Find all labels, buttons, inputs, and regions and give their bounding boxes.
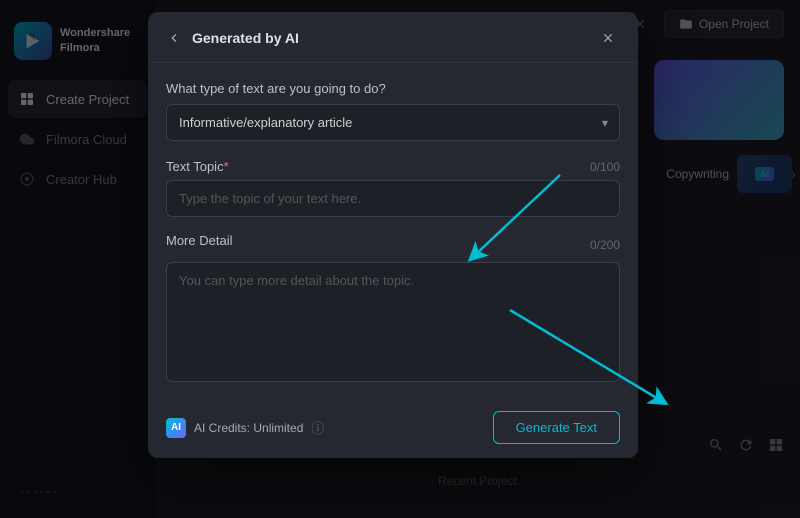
modal-header-left: Generated by AI <box>166 30 299 46</box>
more-detail-field-row: More Detail 0/200 <box>166 233 620 256</box>
more-detail-counter: 0/200 <box>590 238 620 252</box>
ai-credits-section: AI AI Credits: Unlimited ⓘ <box>166 418 324 438</box>
modal-close-button[interactable] <box>596 26 620 50</box>
text-topic-label: Text Topic* <box>166 159 229 174</box>
modal-header: Generated by AI <box>148 12 638 63</box>
text-type-select[interactable]: Informative/explanatory articleMarketing… <box>166 104 620 141</box>
app-background: Wondershare Filmora Create Project <box>0 0 800 518</box>
generate-text-button[interactable]: Generate Text <box>493 411 620 444</box>
ai-credits-label: AI Credits: Unlimited <box>194 421 303 435</box>
modal-back-button[interactable] <box>166 30 182 46</box>
text-topic-input[interactable] <box>166 180 620 217</box>
modal-body: What type of text are you going to do? I… <box>148 63 638 387</box>
text-type-select-wrapper: Informative/explanatory articleMarketing… <box>166 104 620 141</box>
modal-title: Generated by AI <box>192 30 299 46</box>
question-label: What type of text are you going to do? <box>166 81 620 96</box>
text-topic-counter: 0/100 <box>590 160 620 174</box>
modal-dialog: Generated by AI What type of text are yo… <box>148 12 638 458</box>
more-detail-label: More Detail <box>166 233 232 248</box>
ai-icon: AI <box>166 418 186 438</box>
info-icon[interactable]: ⓘ <box>311 418 324 437</box>
modal-footer: AI AI Credits: Unlimited ⓘ Generate Text <box>148 397 638 458</box>
text-topic-field-row: Text Topic* 0/100 <box>166 159 620 174</box>
more-detail-textarea[interactable] <box>166 262 620 382</box>
required-marker: * <box>224 159 229 174</box>
